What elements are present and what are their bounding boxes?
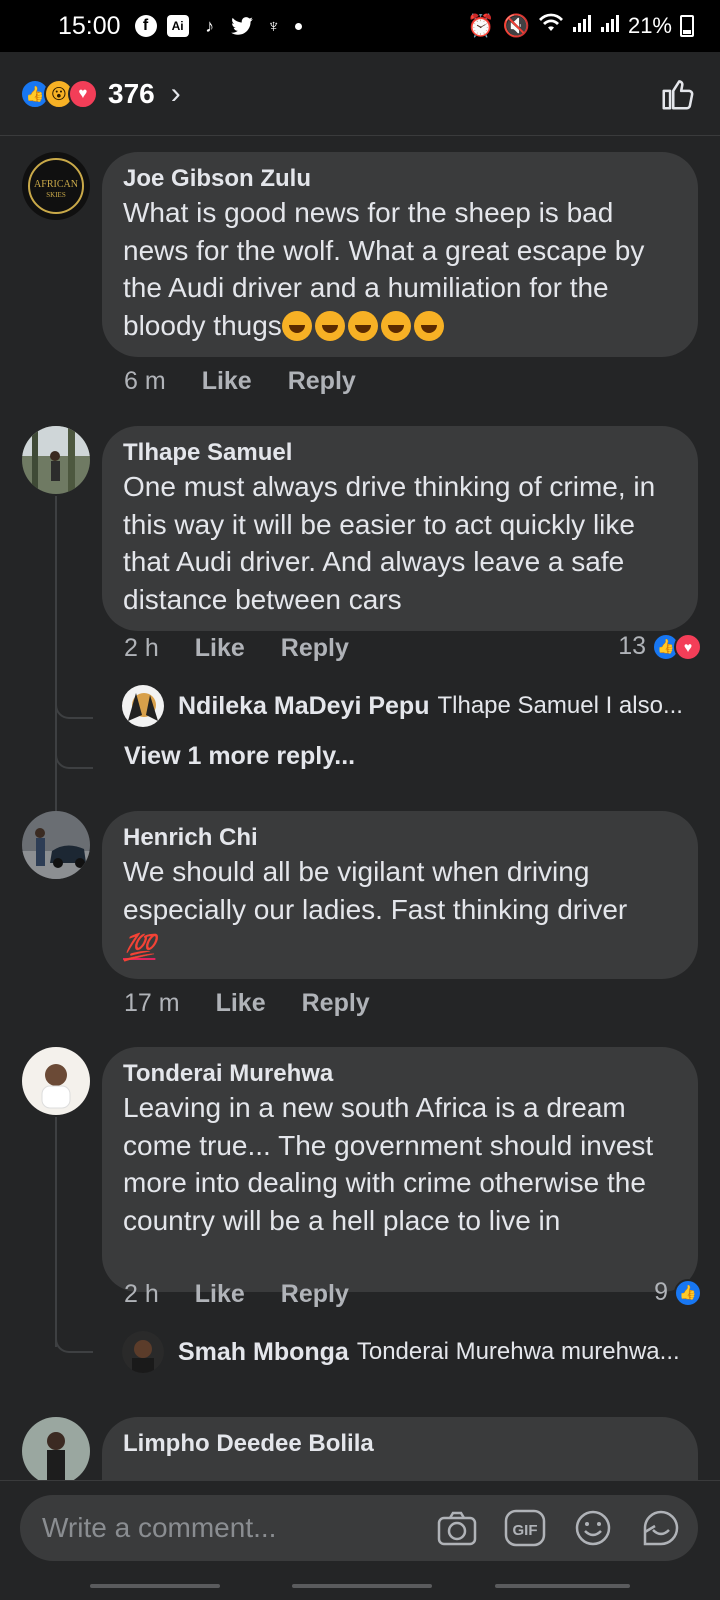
avatar[interactable] <box>22 426 90 494</box>
reaction-count: 9 <box>654 1278 668 1306</box>
status-bar: 15:00 f Ai ♪ ♆ ⏰ 🔇 21% <box>0 0 720 52</box>
comment-bubble[interactable]: Tonderai Murehwa Leaving in a new south … <box>102 1047 698 1292</box>
signal-icon <box>600 13 620 39</box>
comment-author[interactable]: Tonderai Murehwa <box>123 1059 678 1089</box>
gif-icon[interactable]: GIF <box>502 1505 548 1551</box>
comment-author[interactable]: Limpho Deedee Bolila <box>123 1429 678 1459</box>
reaction-count: 13 <box>618 632 646 660</box>
avatar[interactable] <box>22 1047 90 1115</box>
comment-actions: 17 m Like Reply <box>124 989 406 1018</box>
like-button[interactable]: Like <box>216 989 266 1018</box>
comment-composer: Write a comment... GIF <box>0 1480 720 1570</box>
comment-bubble[interactable]: Joe Gibson Zulu What is good news for th… <box>102 152 698 357</box>
reply-button[interactable]: Reply <box>281 1280 349 1309</box>
comment-text: Leaving in a new south Africa is a dream… <box>123 1092 654 1236</box>
alarm-icon: ⏰ <box>467 13 495 38</box>
comment-time[interactable]: 2 h <box>124 634 159 663</box>
more-notifications-dot <box>294 22 302 30</box>
love-reaction-icon: ♥ <box>68 78 98 109</box>
comment-bubble[interactable]: Tlhape Samuel One must always drive thin… <box>102 426 698 631</box>
camera-icon[interactable] <box>434 1505 480 1551</box>
like-post-button[interactable] <box>656 72 700 116</box>
reply-author[interactable]: Ndileka MaDeyi Pepu <box>178 692 429 721</box>
hundred-points-emoji-icon: 💯 <box>123 932 156 962</box>
avatar[interactable] <box>122 685 164 727</box>
mute-icon: 🔇 <box>502 13 530 38</box>
comment-input[interactable]: Write a comment... GIF <box>20 1495 698 1561</box>
like-button[interactable]: Like <box>195 1280 245 1309</box>
avatar[interactable] <box>122 1331 164 1373</box>
thread-connector <box>55 1333 93 1353</box>
comment-reactions[interactable]: 13 👍 ♥ <box>618 632 702 661</box>
avatar[interactable] <box>22 811 90 879</box>
status-time: 15:00 <box>58 11 121 40</box>
gif-label: GIF <box>513 1522 538 1539</box>
avatar[interactable]: AFRICAN SKIES <box>22 152 90 220</box>
comment-author[interactable]: Joe Gibson Zulu <box>123 164 678 194</box>
wifi-icon <box>538 13 564 39</box>
comment-time[interactable]: 17 m <box>124 989 180 1018</box>
reply-author[interactable]: Smah Mbonga <box>178 1338 349 1367</box>
emoji-icon[interactable] <box>570 1505 616 1551</box>
comment-actions: 6 m Like Reply <box>124 367 392 396</box>
nav-back-indicator[interactable] <box>495 1584 630 1588</box>
battery-icon <box>680 15 694 37</box>
thread-line <box>55 496 57 846</box>
comment-text: What is good news for the sheep is bad n… <box>123 197 645 341</box>
reply-snippet: Tlhape Samuel I also... <box>437 692 683 719</box>
chevron-right-icon[interactable]: › <box>171 77 181 111</box>
comments-list[interactable]: AFRICAN SKIES Joe Gibson Zulu What is goo… <box>0 137 720 1480</box>
comment-input-placeholder: Write a comment... <box>42 1512 277 1543</box>
comment-bubble[interactable]: Henrich Chi We should all be vigilant wh… <box>102 811 698 979</box>
signal-icon <box>572 13 592 39</box>
like-reaction-icon: 👍 <box>674 1278 702 1307</box>
svg-text:AFRICAN: AFRICAN <box>34 179 78 190</box>
system-icons: ⏰ 🔇 21% <box>467 13 694 39</box>
facebook-icon: f <box>134 15 157 37</box>
system-navigation-bar <box>0 1570 720 1600</box>
laughing-emoji-icon <box>281 310 447 341</box>
reply-preview[interactable]: Ndileka MaDeyi Pepu Tlhape Samuel I also… <box>122 685 702 727</box>
thumbs-up-icon <box>662 79 694 110</box>
comment-actions: 2 h Like Reply <box>124 1280 385 1309</box>
reply-button[interactable]: Reply <box>281 634 349 663</box>
thread-connector <box>55 699 93 719</box>
like-button[interactable]: Like <box>195 634 245 663</box>
love-reaction-icon: ♥ <box>674 632 702 661</box>
comment-time[interactable]: 6 m <box>124 367 166 396</box>
comment-reactions[interactable]: 9 👍 <box>654 1278 702 1307</box>
avatar[interactable] <box>22 1417 90 1480</box>
reply-button[interactable]: Reply <box>288 367 356 396</box>
reaction-icons: 👍 😮 ♥ <box>20 78 98 109</box>
twitter-icon <box>230 15 253 37</box>
nav-home-indicator[interactable] <box>292 1584 432 1588</box>
svg-text:SKIES: SKIES <box>46 191 66 199</box>
view-more-replies-button[interactable]: View 1 more reply... <box>124 742 355 771</box>
comment-author[interactable]: Tlhape Samuel <box>123 438 678 468</box>
reaction-count[interactable]: 376 <box>108 78 155 110</box>
reactions-header[interactable]: 👍 😮 ♥ 376 › <box>0 52 720 136</box>
thread-connector <box>55 749 93 769</box>
reply-button[interactable]: Reply <box>302 989 370 1018</box>
nav-recents-indicator[interactable] <box>90 1584 220 1588</box>
ai-icon: Ai <box>166 15 189 37</box>
reply-preview[interactable]: Smah Mbonga Tonderai Murehwa murehwa... <box>122 1331 702 1373</box>
comment-actions: 2 h Like Reply <box>124 634 385 663</box>
comment-text: One must always drive thinking of crime,… <box>123 471 656 615</box>
app-icon: ♆ <box>266 15 281 36</box>
comment-author[interactable]: Henrich Chi <box>123 823 678 853</box>
like-button[interactable]: Like <box>202 367 252 396</box>
tiktok-icon: ♪ <box>205 15 215 36</box>
reply-snippet: Tonderai Murehwa murehwa... <box>356 1338 680 1365</box>
thread-line <box>55 1117 57 1347</box>
composer-actions: GIF <box>434 1505 698 1551</box>
comment-bubble[interactable]: Limpho Deedee Bolila <box>102 1417 698 1480</box>
battery-level: 21% <box>627 13 672 38</box>
sticker-icon[interactable] <box>638 1505 684 1551</box>
notification-icons: f Ai ♪ ♆ <box>134 15 302 37</box>
comment-time[interactable]: 2 h <box>124 1280 159 1309</box>
comment-text: We should all be vigilant when driving e… <box>123 856 628 962</box>
